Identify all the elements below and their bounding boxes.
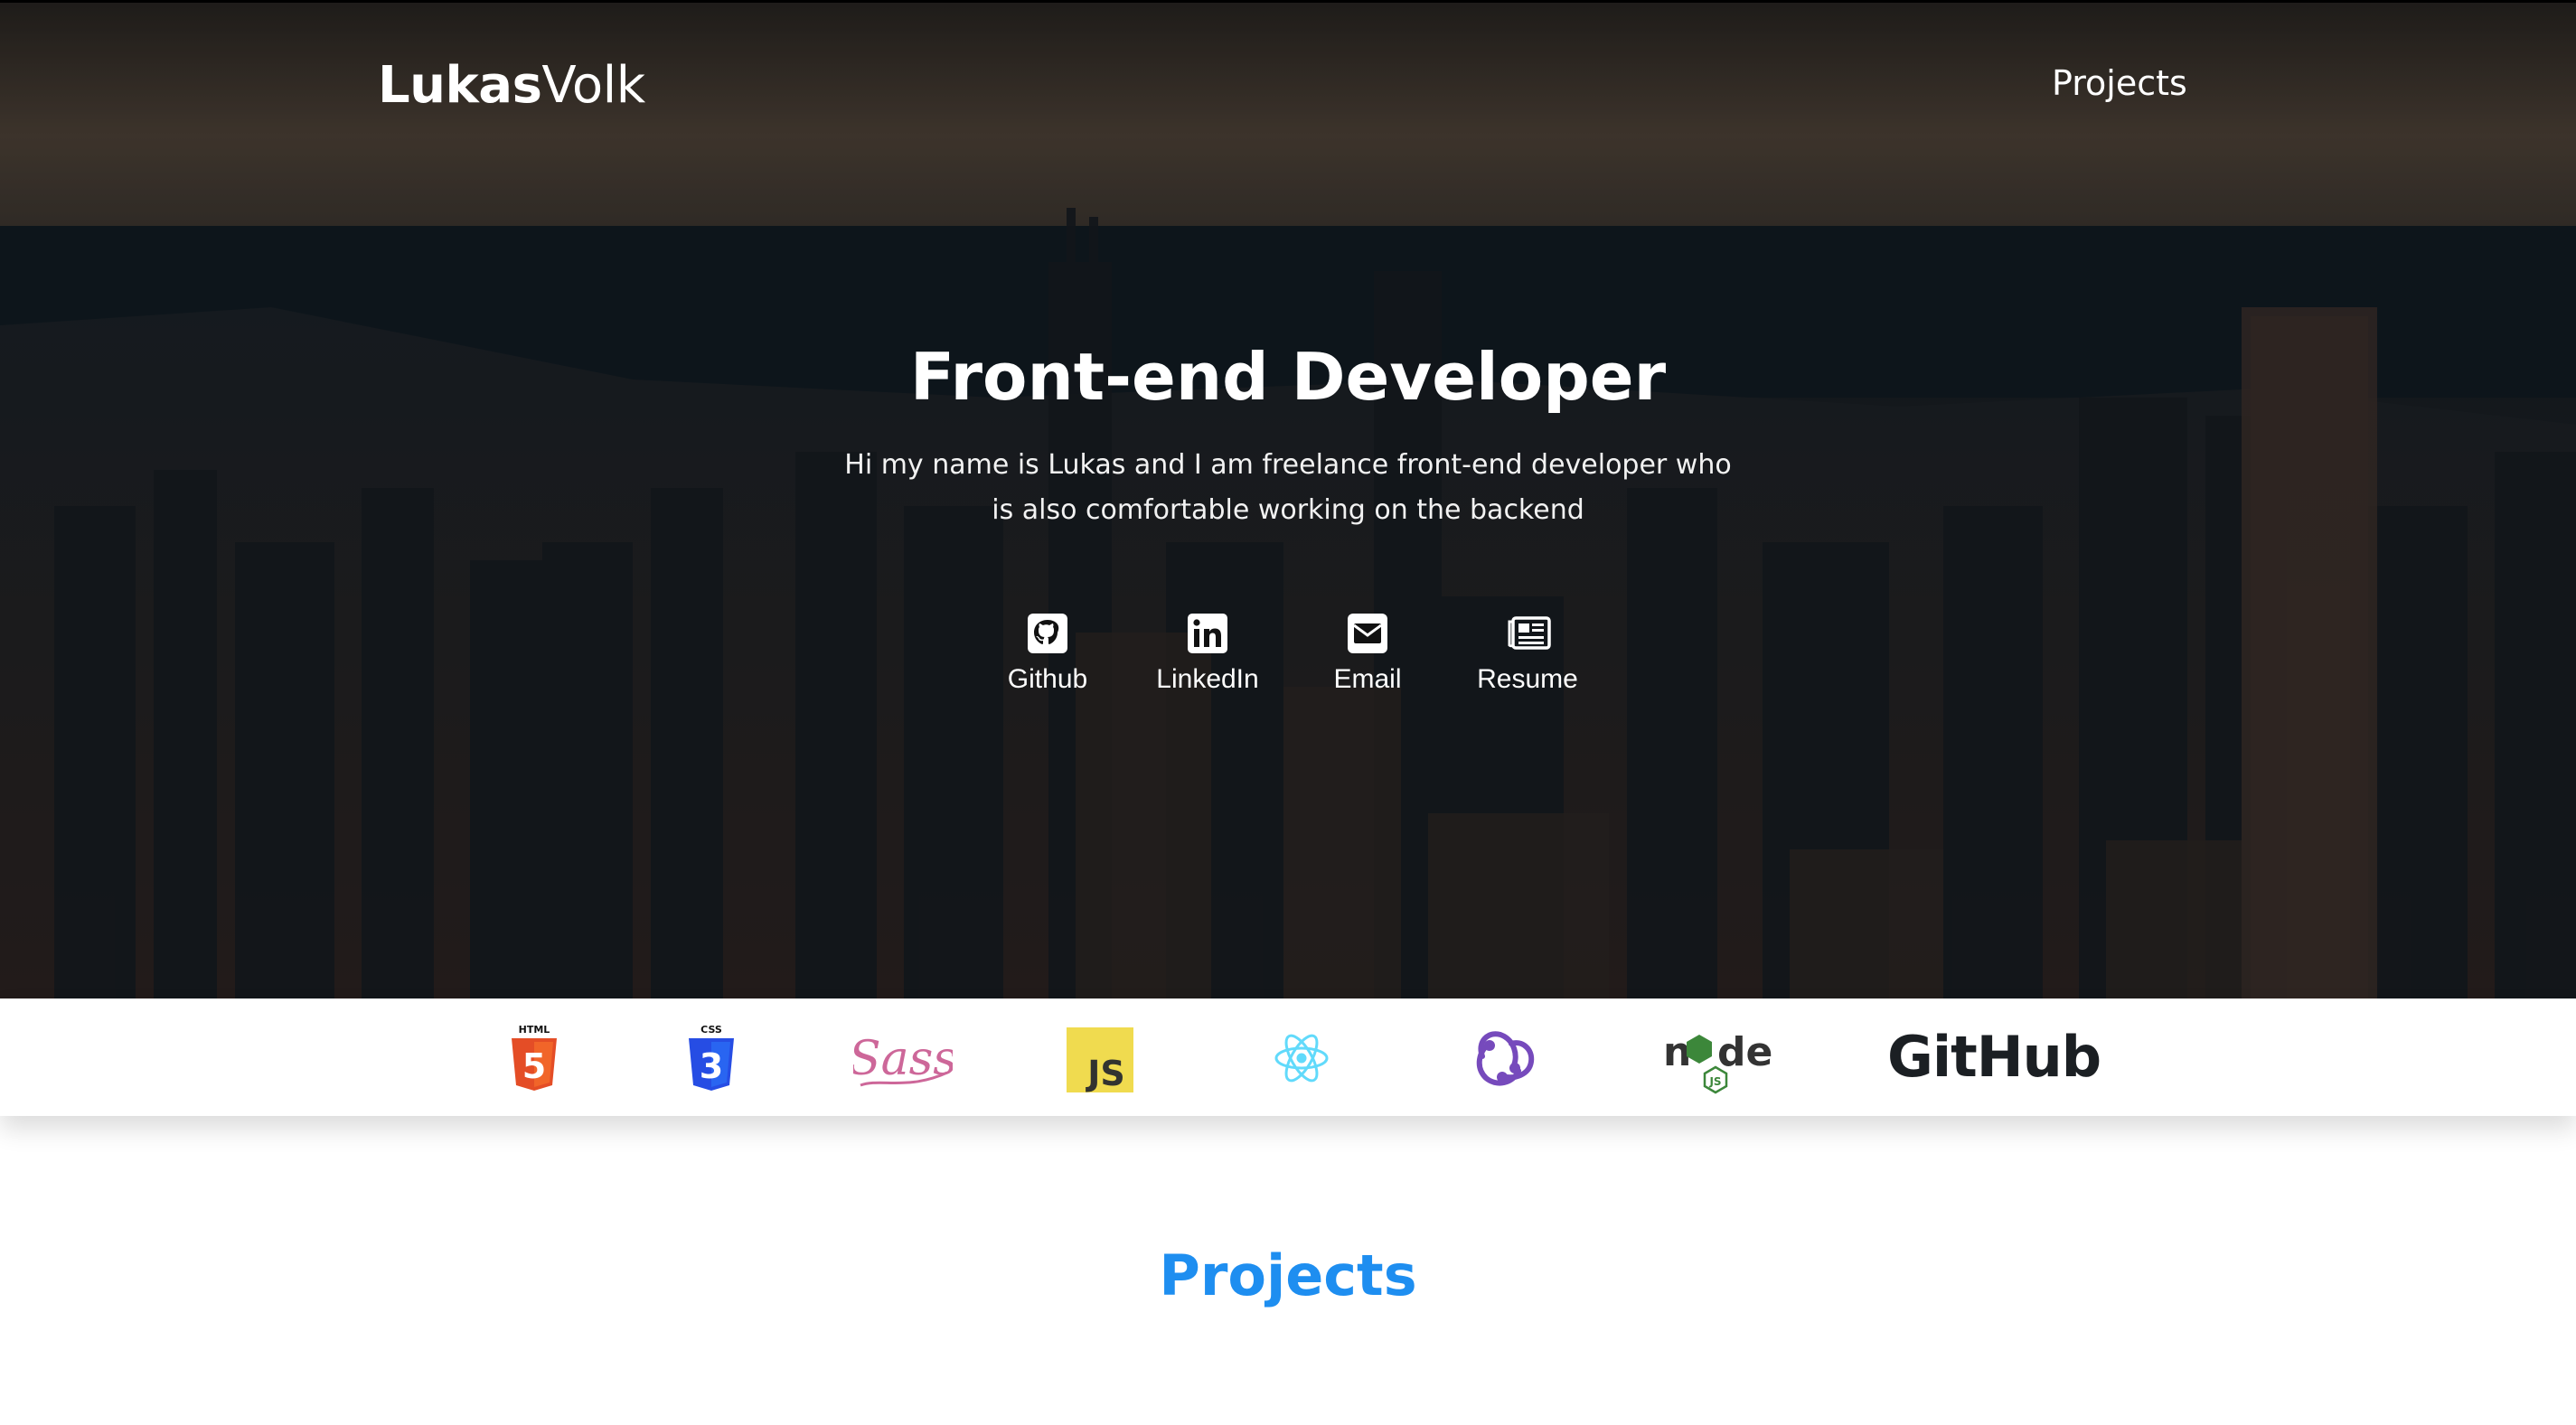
linkedin-link[interactable]: LinkedIn: [1117, 611, 1298, 696]
hero-section: LukasVolk Projects Front-end Developer H…: [0, 0, 2576, 998]
brand-first-name: Lukas: [378, 56, 542, 115]
hero-subtitle: Hi my name is Lukas and I am freelance f…: [844, 449, 1732, 526]
nodejs-logo-icon: n de JS: [1663, 1029, 1772, 1094]
css3-logo-icon: CSS 3: [689, 1024, 734, 1091]
redux-logo-icon: [1476, 1031, 1535, 1086]
email-label: Email: [1333, 664, 1402, 694]
newspaper-icon: [1508, 616, 1551, 650]
nav-projects-link[interactable]: Projects: [2052, 61, 2187, 105]
github-wordmark-logo: GitHub: [1887, 1024, 2101, 1090]
github-label: Github: [1007, 664, 1088, 694]
linkedin-icon: [1188, 614, 1227, 653]
svg-text:JS: JS: [1708, 1075, 1721, 1088]
resume-link[interactable]: Resume: [1437, 611, 1618, 696]
svg-text:JS: JS: [1085, 1054, 1125, 1092]
top-border: [0, 0, 2576, 3]
github-icon: [1028, 614, 1067, 653]
html5-logo-icon: HTML 5: [512, 1024, 557, 1091]
brand-last-name: Volk: [541, 56, 645, 115]
svg-text:Sass: Sass: [853, 1032, 953, 1086]
github-link[interactable]: Github: [957, 611, 1138, 696]
react-logo-icon: [1274, 1034, 1329, 1083]
svg-text:3: 3: [700, 1046, 723, 1086]
svg-text:CSS: CSS: [700, 1024, 722, 1036]
svg-text:HTML: HTML: [519, 1024, 550, 1036]
svg-text:de: de: [1717, 1029, 1772, 1075]
hero-title: Front-end Developer: [909, 339, 1667, 415]
sass-logo-icon: Sass: [853, 1032, 953, 1087]
linkedin-label: LinkedIn: [1156, 664, 1259, 694]
svg-text:5: 5: [522, 1046, 546, 1086]
projects-heading: Projects: [1159, 1242, 1417, 1308]
tech-logos-strip: HTML 5 CSS 3 Sass JS n de JS GitHub: [0, 998, 2576, 1116]
brand-logo[interactable]: LukasVolk: [378, 56, 645, 116]
javascript-logo-icon: JS: [1067, 1027, 1133, 1092]
envelope-icon: [1348, 614, 1387, 653]
email-link[interactable]: Email: [1277, 611, 1458, 696]
resume-label: Resume: [1477, 664, 1578, 694]
